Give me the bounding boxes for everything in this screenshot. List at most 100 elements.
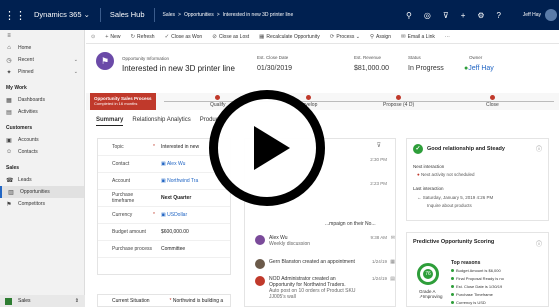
button-label: Close as Won [171,33,203,40]
currency-field[interactable]: Currency * ▣ USDollar [98,207,230,224]
help-icon[interactable]: ? [497,11,501,20]
reason-icon [451,285,454,288]
target-icon[interactable]: ◎ [424,11,431,20]
budget-amount-field[interactable]: Budget amount $600,000.00 [98,224,230,241]
search-icon[interactable]: ⚲ [406,11,412,20]
timeline-item[interactable]: ...mpaign on their No... [255,221,395,231]
user-name[interactable]: Jeff Hay [523,12,541,18]
tab-relationship-analytics[interactable]: Relationship Analytics [132,117,190,126]
sidebar-item-label: Opportunities [20,189,50,195]
timeline-subtitle: Weekly discussion [269,241,311,247]
timeline-item[interactable]: Alex Wu Weekly discussion 9:38 AM ✉ [255,235,395,249]
sidebar-item-dashboards[interactable]: ▦ Dashboards [0,94,84,106]
process-stage-flyout[interactable]: Opportunity Sales Process Completed in 1… [90,93,156,110]
sidebar-item-recent[interactable]: ◷ Recent ⌄ [0,54,84,66]
timeline-detail: Auto post on 10 orders of Product SKU JJ… [269,288,356,300]
gear-icon[interactable]: ⚙ [477,11,484,20]
sidebar-item-competitors[interactable]: ⚑ Competitors [0,198,84,210]
reason-icon [451,277,454,280]
sidebar-item-label: Competitors [18,201,45,207]
more-icon: ⋯ [444,33,450,40]
current-situation-field[interactable]: Current Situation * Northwind is buildin… [97,294,231,307]
timeline-time: 2:23 PM [370,181,387,186]
filter-icon[interactable]: ⊽ [377,142,381,149]
field-value[interactable]: * Northwind is building a [170,298,224,304]
calendar-icon: ▦ [390,259,395,265]
more-commands-button[interactable]: ⋯ [440,34,455,40]
sidebar-item-activities[interactable]: ▤ Activities [0,106,84,118]
breadcrumb-record: Interested in new 3D printer line [222,12,294,18]
purchase-timeframe-field[interactable]: Purchase timeframe Next Quarter [98,190,230,207]
sidebar-group-title: My Work [6,85,27,91]
sidebar-item-pinned[interactable]: ✦ Pinned ⌄ [0,66,84,78]
sidebar-item-opportunities[interactable]: ▥ Opportunities [0,186,84,198]
email-link-button[interactable]: ✉ Email a Link [396,34,440,40]
field-value[interactable]: Next Quarter [161,195,191,201]
sidebar-group-title: Sales [6,165,20,171]
sidebar-item-leads[interactable]: ☎ Leads [0,174,84,186]
button-label: Refresh [137,33,155,40]
timeline-item[interactable]: NOD Administrator created an Opportunity … [255,276,395,302]
sidebar-item-contacts[interactable]: ☺ Contacts [0,146,84,158]
status-value[interactable]: In Progress [408,65,444,72]
dashboard-icon: ▦ [6,97,12,104]
owner-label: Owner [469,55,483,60]
required-icon: * [169,297,172,304]
account-field[interactable]: Account ▣ Northwind Tra [98,173,230,190]
activities-icon: ▤ [6,109,12,116]
back-button[interactable]: ⊙ [86,34,100,40]
owner-value[interactable]: ●Jeff Hay [464,65,494,72]
field-value[interactable]: ▣ Alex Wu [161,161,185,167]
video-play-button[interactable] [209,90,325,206]
stage-qualify[interactable]: Qualify [210,95,226,108]
close-as-lost-button[interactable]: ⊘ Close as Lost [207,34,254,40]
cancel-icon: ⊘ [212,33,217,40]
sidebar-menu-toggle[interactable]: ≡ [0,30,84,42]
avatar[interactable] [545,9,557,21]
reason-item: Currency is USD [451,300,486,305]
area-switcher[interactable]: Sales ⇕ [0,295,85,307]
tab-summary[interactable]: Summary [96,117,124,126]
app-title[interactable]: Sales Hub [101,8,155,22]
business-process-flow: Opportunity Sales Process Completed in 1… [86,93,559,110]
avatar [255,235,265,245]
sidebar-item-home[interactable]: ⌂ Home [0,42,84,54]
breadcrumb-opportunities[interactable]: Opportunities [184,12,214,18]
button-label: Assign [375,33,391,40]
lookup-value: Northwind Tra [167,178,199,184]
plus-icon[interactable]: + [461,11,466,20]
timeline-item[interactable]: Gern Blanston created an appointment 1/2… [255,259,395,269]
breadcrumb-sales[interactable]: Sales [163,12,176,18]
field-value[interactable]: Interested in new [161,144,199,150]
process-button[interactable]: ⟳ Process ⌄ [325,34,365,40]
brand-title[interactable]: Dynamics 365 ⌄ [30,8,101,22]
new-button[interactable]: + New [100,34,125,40]
sidebar-item-label: Home [18,45,32,51]
avatar [255,259,265,269]
stage-close[interactable]: Close [486,95,499,108]
relationship-heading: ✓ Good relationship and Steady [413,144,505,154]
filter-icon[interactable]: ⊽ [443,11,449,20]
breadcrumb-separator: > [178,12,181,18]
reason-text: Final Proposal Ready is no [456,276,504,281]
field-value[interactable]: ▣ USDollar [161,212,187,218]
purchase-process-field[interactable]: Purchase process Committee [98,241,230,258]
assign-button[interactable]: ⚲ Assign [365,34,396,40]
sidebar-item-label: Dashboards [18,97,45,103]
scoring-title: Predictive Opportunity Scoring [413,239,495,245]
hamburger-icon: ≡ [7,33,11,39]
info-icon[interactable]: ⓘ [536,144,542,153]
close-as-won-button[interactable]: ✓ Close as Won [160,34,208,40]
sidebar-item-accounts[interactable]: ▣ Accounts [0,134,84,146]
field-value[interactable]: $600,000.00 [161,229,189,235]
stage-propose[interactable]: Propose (4 D) [383,95,414,108]
field-value[interactable]: Committee [161,246,185,252]
info-icon[interactable]: ⓘ [536,239,542,248]
sidebar-item-label: Recent [18,57,34,63]
field-value[interactable]: ▣ Northwind Tra [161,178,198,184]
recalculate-button[interactable]: ▦ Recalculate Opportunity [254,34,325,40]
refresh-button[interactable]: ↻ Refresh [125,34,159,40]
close-date-value[interactable]: 01/30/2019 [257,65,292,72]
app-launcher-icon[interactable]: ⋮⋮ [0,0,30,30]
revenue-value[interactable]: $81,000.00 [354,65,389,72]
